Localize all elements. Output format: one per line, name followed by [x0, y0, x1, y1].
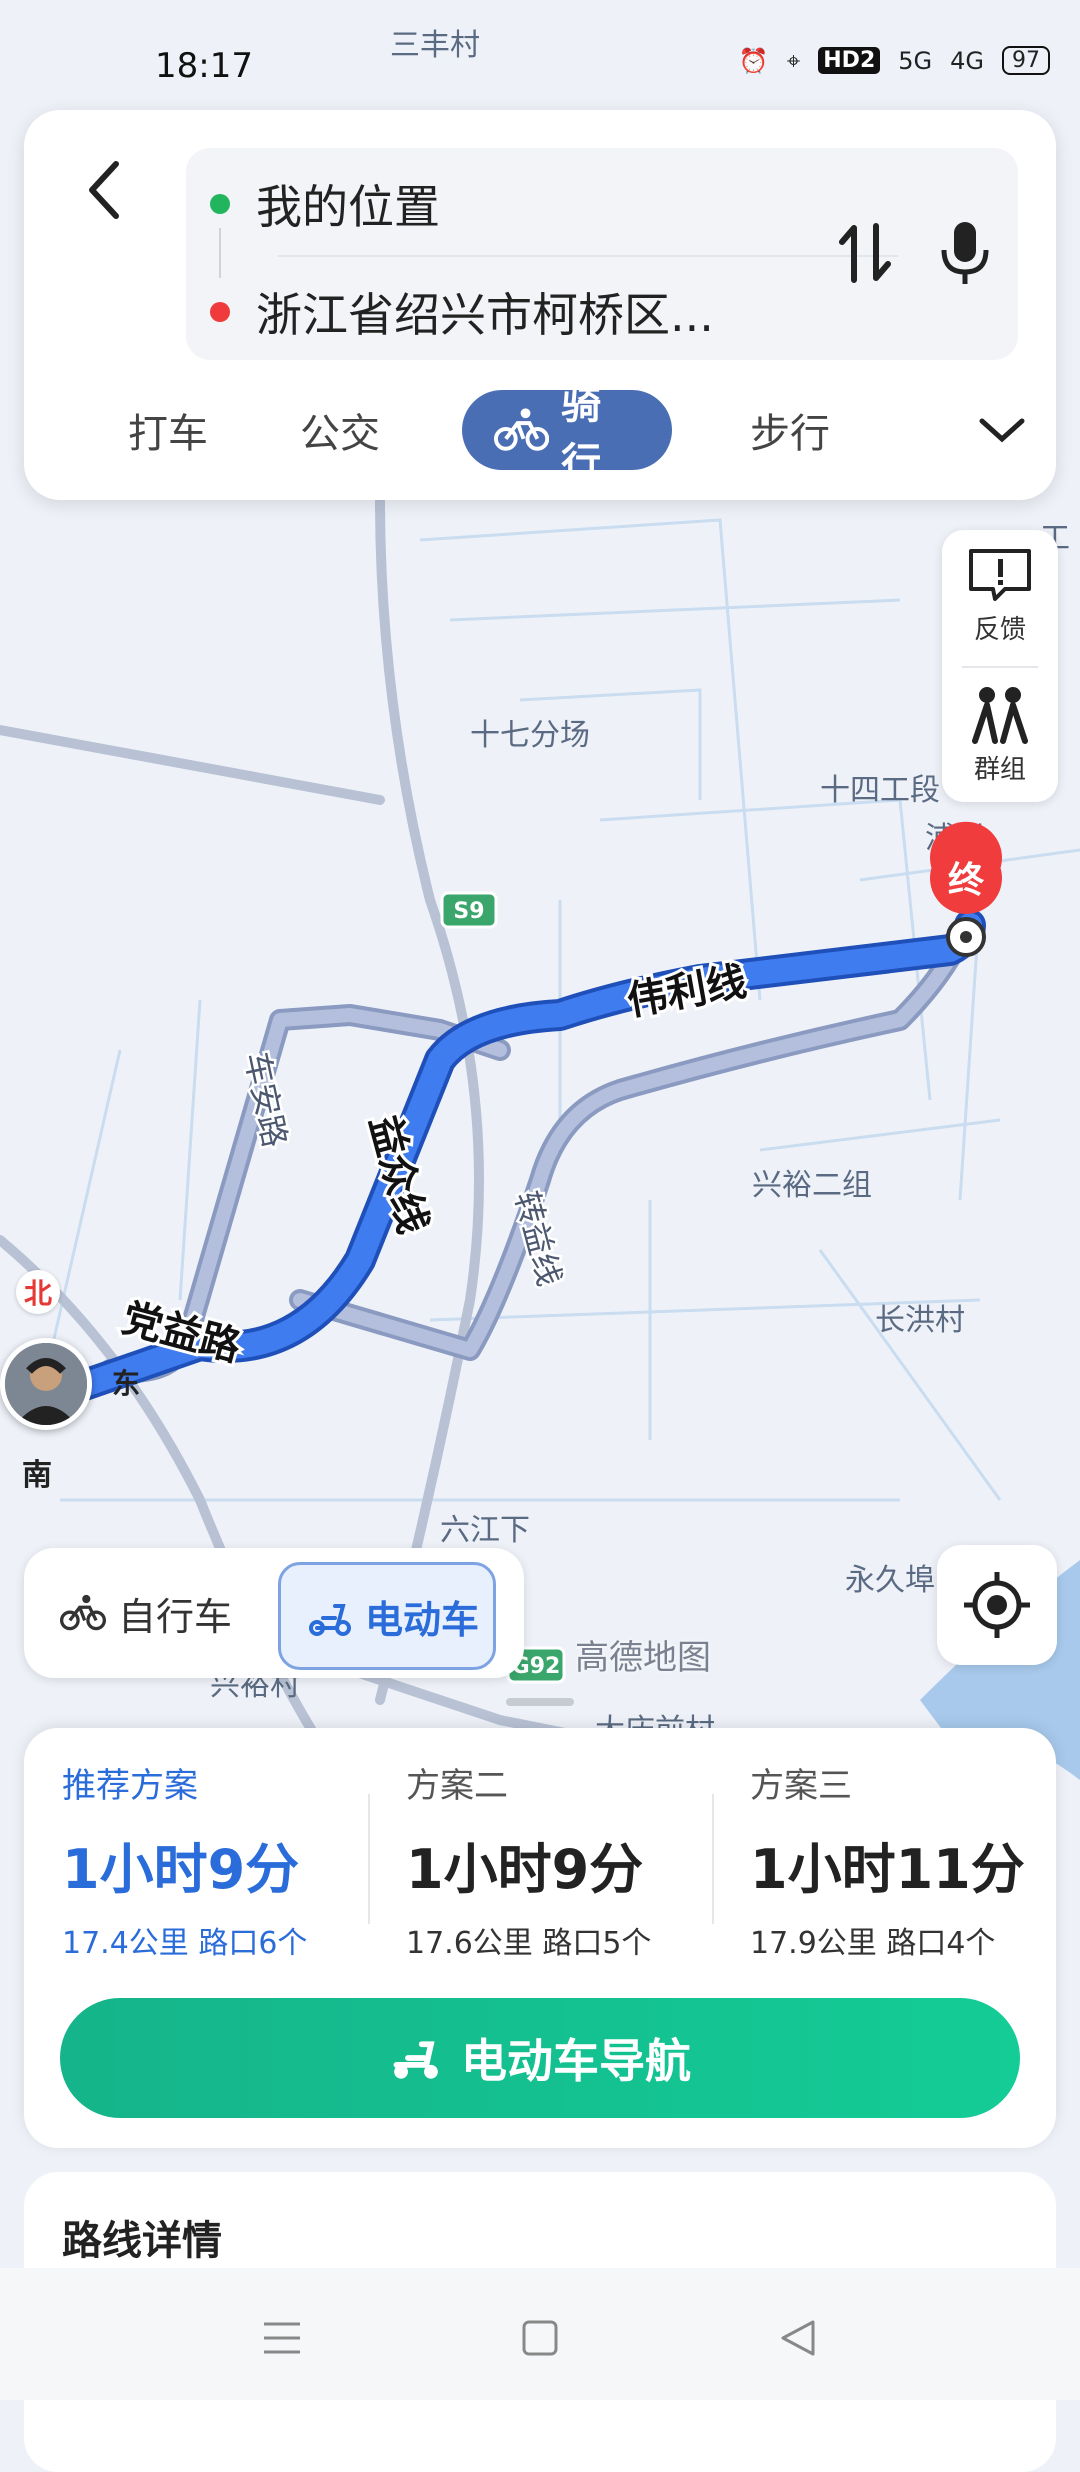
field-divider: [278, 255, 898, 257]
origin-dot-icon: [210, 194, 230, 214]
plan-option-1[interactable]: 推荐方案 1小时9分 17.4公里 路口6个: [62, 1758, 392, 1961]
plan-divider: [368, 1794, 370, 1924]
plan-duration: 1小时9分: [62, 1838, 300, 1901]
plan-name: 方案三: [750, 1766, 852, 1806]
map-label-14: 十四工段: [820, 773, 940, 808]
connector-line: [219, 228, 221, 278]
destination-text: 浙江省绍兴市柯桥区...: [256, 288, 714, 342]
start-navigation-button[interactable]: 电动车导航: [60, 1998, 1020, 2118]
svg-text:终: 终: [948, 860, 985, 901]
plan-duration: 1小时11分: [750, 1838, 1025, 1901]
plan-meta: 17.6公里 路口5个: [406, 1926, 652, 1961]
plan-name: 推荐方案: [62, 1766, 198, 1806]
plan-duration: 1小时9分: [406, 1838, 644, 1901]
voice-button[interactable]: [930, 208, 1000, 298]
expand-modes-button[interactable]: [978, 390, 1026, 470]
location-icon: ⌖: [786, 46, 801, 75]
compass-south: 南: [22, 1458, 52, 1493]
group-button[interactable]: 群组: [942, 670, 1058, 800]
hd-badge: HD2: [818, 47, 881, 74]
map-label-xingyu: 兴裕二组: [752, 1168, 872, 1203]
plan-meta: 17.9公里 路口4个: [750, 1926, 996, 1961]
feedback-icon: [969, 548, 1031, 601]
destination-field[interactable]: 浙江省绍兴市柯桥区...: [210, 272, 810, 352]
menu-nav-button[interactable]: [252, 2308, 312, 2368]
compass-east: 东: [112, 1367, 141, 1400]
scooter-icon: [393, 2041, 438, 2079]
swap-icon: [839, 223, 891, 283]
plan-divider: [712, 1794, 714, 1924]
signal-5g: 5G: [898, 46, 933, 75]
chevron-left-icon: [89, 161, 119, 219]
bicycle-icon: [60, 1594, 106, 1631]
scooter-icon: [309, 1604, 351, 1636]
highway-badge-s9: S9: [440, 891, 498, 929]
plan-meta: 17.4公里 路口6个: [62, 1926, 308, 1961]
plan-option-3[interactable]: 方案三 1小时11分 17.9公里 路口4个: [750, 1758, 1080, 1961]
home-nav-button[interactable]: [510, 2308, 570, 2368]
swap-button[interactable]: [830, 208, 900, 298]
route-details-title: 路线详情: [62, 2218, 222, 2264]
back-button[interactable]: [74, 150, 134, 230]
route-plans-sheet: 推荐方案 1小时9分 17.4公里 路口6个 方案二 1小时9分 17.6公里 …: [24, 1728, 1056, 2148]
crosshair-icon: [964, 1572, 1030, 1638]
map-label-yongjiu: 永久埠: [845, 1563, 935, 1598]
tab-transit[interactable]: 公交: [300, 390, 380, 470]
map-provider-logo: 高德地图: [575, 1638, 711, 1678]
side-tools-divider: [962, 666, 1038, 668]
status-bar: 18:17 ⏰ ⌖ HD2 5G 4G 97: [0, 40, 1080, 100]
plan-option-2[interactable]: 方案二 1小时9分 17.6公里 路口5个: [406, 1758, 736, 1961]
map-label-changhong: 长洪村: [875, 1303, 965, 1338]
destination-dot-icon: [210, 302, 230, 322]
back-nav-button[interactable]: [768, 2308, 828, 2368]
map-side-tools: 反馈 群组: [942, 530, 1058, 802]
avatar-image: [5, 1343, 87, 1425]
svg-text:S9: S9: [453, 899, 484, 924]
microphone-icon: [941, 222, 989, 284]
vehicle-type-switch: 自行车 电动车: [24, 1548, 524, 1678]
compass-north: 北: [16, 1270, 60, 1314]
status-icons: ⏰ ⌖ HD2 5G 4G 97: [739, 46, 1050, 75]
feedback-button[interactable]: 反馈: [942, 530, 1058, 660]
locate-me-button[interactable]: [937, 1545, 1057, 1665]
option-ebike[interactable]: 电动车: [278, 1562, 496, 1670]
map-label-17: 十七分场: [470, 718, 590, 753]
tab-cycling[interactable]: 骑行: [462, 382, 672, 486]
option-bicycle[interactable]: 自行车: [60, 1562, 232, 1664]
plan-name: 方案二: [406, 1766, 508, 1806]
triangle-back-icon: [781, 2320, 815, 2356]
origin-field[interactable]: 我的位置: [210, 164, 810, 244]
bicycle-icon: [494, 408, 550, 451]
home-square-icon: [522, 2320, 558, 2356]
sheet-drag-handle[interactable]: [506, 1698, 574, 1706]
tab-taxi[interactable]: 打车: [128, 390, 208, 470]
system-navigation-bar: [0, 2268, 1080, 2400]
menu-icon: [264, 2322, 300, 2354]
signal-4g: 4G: [950, 46, 984, 75]
tab-walking[interactable]: 步行: [750, 390, 830, 470]
user-location-avatar[interactable]: [0, 1338, 92, 1430]
travel-mode-tabs: 打车 公交 骑行 步行: [24, 382, 1056, 486]
status-time: 18:17: [155, 46, 253, 86]
chevron-down-icon: [979, 418, 1025, 443]
origin-text: 我的位置: [256, 180, 440, 234]
map-label-liujiang: 六江下: [440, 1513, 530, 1548]
alarm-icon: ⏰: [738, 46, 769, 75]
group-icon: [972, 686, 1028, 744]
route-inputs: 我的位置 浙江省绍兴市柯桥区...: [186, 148, 1018, 360]
route-search-card: 我的位置 浙江省绍兴市柯桥区... 打车 公交 骑行 步行: [24, 110, 1056, 500]
battery-indicator: 97: [1002, 46, 1050, 75]
